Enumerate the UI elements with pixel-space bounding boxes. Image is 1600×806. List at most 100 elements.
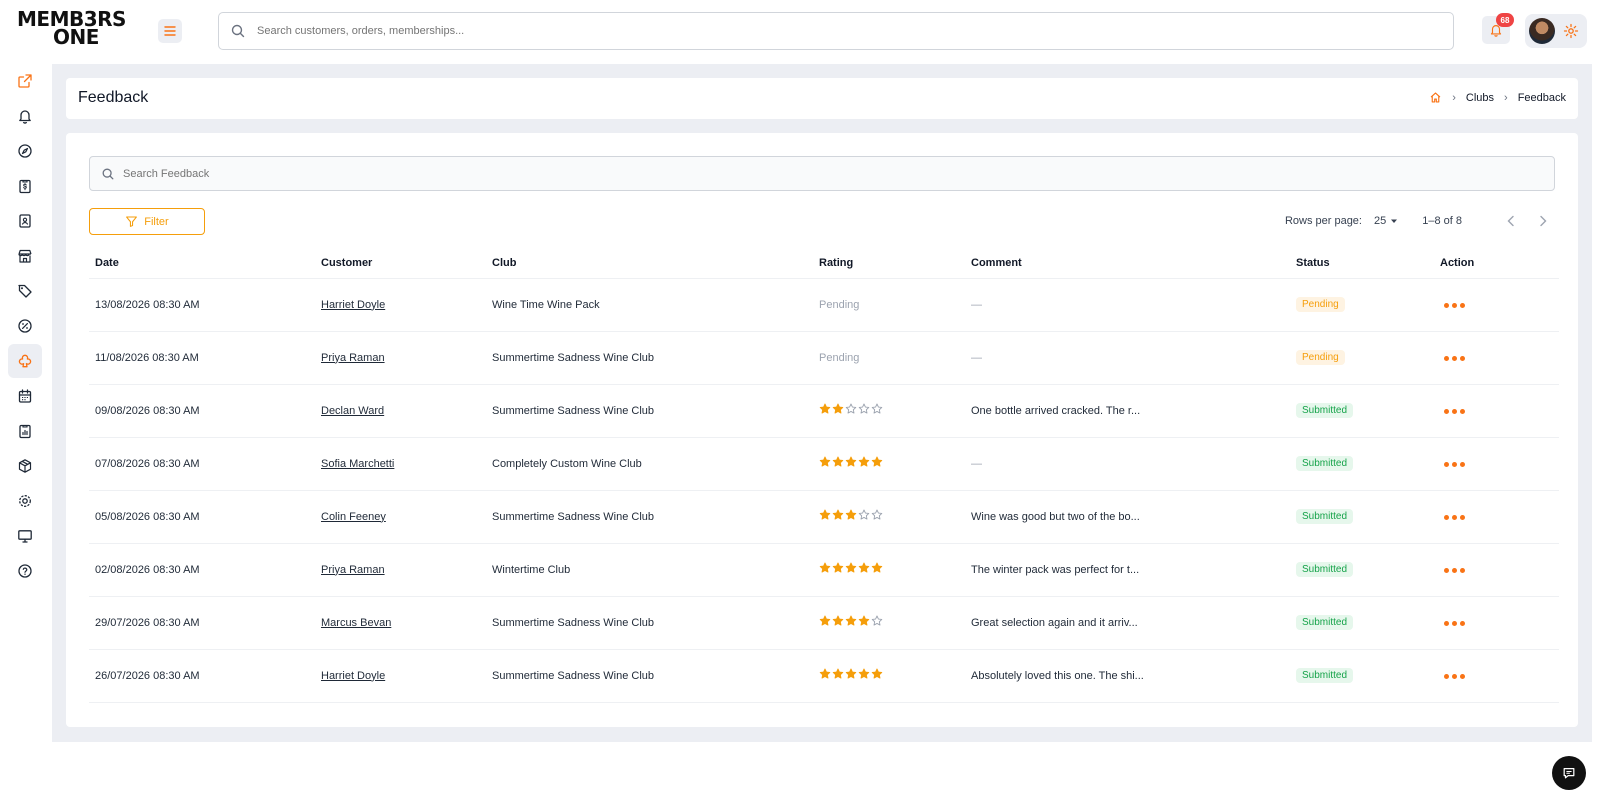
sidebar-item-dashboard[interactable] xyxy=(8,134,42,168)
cell-comment: — xyxy=(965,331,1290,385)
column-header-customer[interactable]: Customer xyxy=(315,248,486,279)
logo[interactable]: MEMB3RS ONE xyxy=(17,9,127,48)
cell-date: 05/08/2026 08:30 AM xyxy=(89,490,315,544)
sidebar-item-external[interactable] xyxy=(8,64,42,98)
table-row[interactable]: 13/08/2026 08:30 AM Harriet Doyle Wine Tim… xyxy=(89,278,1559,332)
next-page-button[interactable] xyxy=(1532,211,1554,231)
table-row[interactable]: 07/08/2026 08:30 AM Sofia Marchetti Comple… xyxy=(89,437,1559,491)
table-header-row: Date Customer Club Rating Comment Status… xyxy=(89,248,1559,279)
star-filled-icon xyxy=(819,562,831,573)
sidebar-item-tags[interactable] xyxy=(8,274,42,308)
cell-status: Submitted xyxy=(1290,437,1434,491)
column-header-club[interactable]: Club xyxy=(486,248,813,279)
sidebar-item-display[interactable] xyxy=(8,519,42,553)
more-actions-icon[interactable] xyxy=(1440,514,1465,520)
monitor-icon xyxy=(18,530,32,543)
filter-label: Filter xyxy=(144,215,169,228)
feedback-search[interactable] xyxy=(89,156,1555,191)
star-filled-icon xyxy=(858,668,870,679)
dot xyxy=(1460,567,1465,573)
sidebar-item-products[interactable] xyxy=(8,449,42,483)
feedback-search-input[interactable] xyxy=(123,167,1523,180)
profile-menu[interactable] xyxy=(1525,14,1587,48)
sidebar-item-discounts[interactable] xyxy=(8,309,42,343)
star-filled-icon xyxy=(845,509,857,520)
customer-link[interactable]: Colin Feeney xyxy=(321,511,386,523)
customer-link[interactable]: Harriet Doyle xyxy=(321,299,385,311)
filter-icon xyxy=(126,216,138,227)
sidebar-item-contacts[interactable] xyxy=(8,204,42,238)
customer-link[interactable]: Sofia Marchetti xyxy=(321,458,394,470)
star-filled-icon xyxy=(819,456,831,467)
dot xyxy=(1460,673,1465,679)
page-title: Feedback xyxy=(78,89,149,106)
global-search-input[interactable] xyxy=(257,25,1357,37)
table-row[interactable]: 26/07/2026 08:30 AM Harriet Doyle Summerti… xyxy=(89,649,1559,703)
dot xyxy=(1444,620,1449,626)
cell-date: 09/08/2026 08:30 AM xyxy=(89,384,315,438)
column-header-comment[interactable]: Comment xyxy=(965,248,1290,279)
breadcrumb-clubs[interactable]: Clubs xyxy=(1466,92,1494,104)
cell-club: Completely Custom Wine Club xyxy=(486,437,813,491)
prev-page-button[interactable] xyxy=(1500,211,1522,231)
dot xyxy=(1444,673,1449,679)
column-header-status[interactable]: Status xyxy=(1290,248,1434,279)
cell-action xyxy=(1434,543,1559,597)
table-row[interactable]: 11/08/2026 08:30 AM Priya Raman Summertime… xyxy=(89,331,1559,385)
dot xyxy=(1460,461,1465,467)
calendar-icon xyxy=(18,389,32,403)
star-filled-icon xyxy=(832,615,844,626)
customer-link[interactable]: Declan Ward xyxy=(321,405,384,417)
more-actions-icon[interactable] xyxy=(1440,567,1465,573)
dot xyxy=(1460,620,1465,626)
dot xyxy=(1444,355,1449,361)
sidebar-item-clubs[interactable] xyxy=(8,344,42,378)
rows-per-page-select[interactable]: 25 xyxy=(1374,215,1398,227)
sidebar-item-reports[interactable] xyxy=(8,414,42,448)
notification-count-badge: 68 xyxy=(1496,13,1514,27)
dot xyxy=(1460,302,1465,308)
cell-comment: The winter pack was perfect for t... xyxy=(965,543,1290,597)
more-actions-icon[interactable] xyxy=(1440,673,1465,679)
status-badge: Submitted xyxy=(1296,615,1354,630)
column-header-date[interactable]: Date xyxy=(89,248,315,279)
status-badge: Submitted xyxy=(1296,668,1354,683)
customer-link[interactable]: Priya Raman xyxy=(321,352,385,364)
dot xyxy=(1460,408,1465,414)
star-filled-icon xyxy=(832,403,844,414)
sidebar-item-notifications[interactable] xyxy=(8,99,42,133)
sidebar-item-store[interactable] xyxy=(8,239,42,273)
more-actions-icon[interactable] xyxy=(1440,355,1465,361)
table-row[interactable]: 29/07/2026 08:30 AM Marcus Bevan Summertim… xyxy=(89,596,1559,650)
more-actions-icon[interactable] xyxy=(1440,620,1465,626)
cell-date: 07/08/2026 08:30 AM xyxy=(89,437,315,491)
dot xyxy=(1452,355,1457,361)
filter-button[interactable]: Filter xyxy=(89,208,205,235)
bell-icon xyxy=(19,110,31,124)
more-actions-icon[interactable] xyxy=(1440,302,1465,308)
cell-rating xyxy=(813,384,965,438)
star-filled-icon xyxy=(845,668,857,679)
more-actions-icon[interactable] xyxy=(1440,408,1465,414)
rows-per-page-label: Rows per page: xyxy=(1284,215,1362,227)
star-filled-icon xyxy=(819,668,831,679)
menu-toggle-button[interactable] xyxy=(158,19,182,43)
sidebar-item-help[interactable] xyxy=(8,554,42,588)
table-row[interactable]: 09/08/2026 08:30 AM Declan Ward Summertime… xyxy=(89,384,1559,438)
sidebar-item-calendar[interactable] xyxy=(8,379,42,413)
more-actions-icon[interactable] xyxy=(1440,461,1465,467)
global-search[interactable] xyxy=(218,12,1454,50)
customer-link[interactable]: Priya Raman xyxy=(321,564,385,576)
breadcrumb: › Clubs › Feedback xyxy=(1429,91,1566,104)
table-row[interactable]: 02/08/2026 08:30 AM Priya Raman Wintertime… xyxy=(89,543,1559,597)
column-header-rating[interactable]: Rating xyxy=(813,248,965,279)
table-row[interactable]: 05/08/2026 08:30 AM Colin Feeney Summertim… xyxy=(89,490,1559,544)
customer-link[interactable]: Marcus Bevan xyxy=(321,617,391,629)
sidebar-item-settings[interactable] xyxy=(8,484,42,518)
chat-support-button[interactable] xyxy=(1552,756,1586,790)
home-icon[interactable] xyxy=(1429,91,1442,104)
star-filled-icon xyxy=(845,456,857,467)
customer-link[interactable]: Harriet Doyle xyxy=(321,670,385,682)
cell-status: Submitted xyxy=(1290,384,1434,438)
sidebar-item-billing[interactable] xyxy=(8,169,42,203)
